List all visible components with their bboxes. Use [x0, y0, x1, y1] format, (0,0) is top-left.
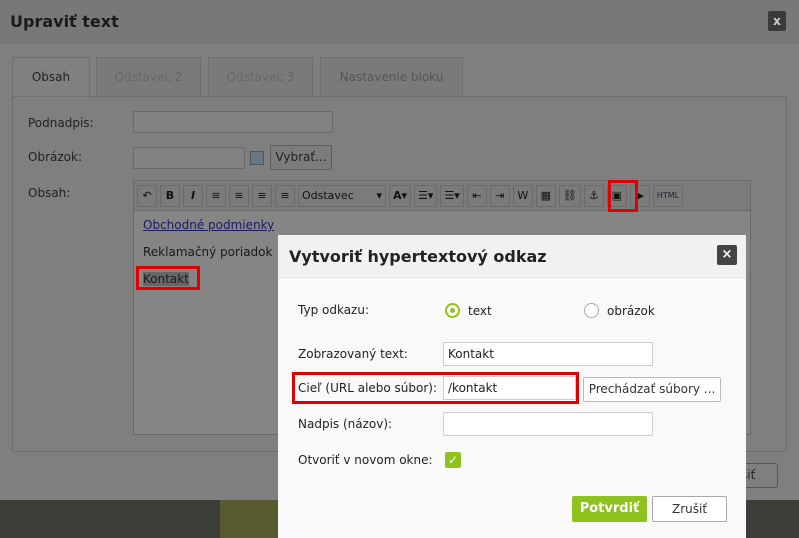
- undo-icon[interactable]: ↶: [137, 184, 157, 207]
- link-dialog: Vytvoriť hypertextový odkaz × Typ odkazu…: [278, 235, 746, 538]
- choose-image-button[interactable]: Vybrať...: [270, 145, 332, 170]
- align-right-icon[interactable]: ≡: [252, 184, 272, 207]
- selection-highlight: [136, 266, 200, 290]
- tab-odstavec-3[interactable]: Odstavec 3: [208, 57, 313, 97]
- link-button-highlight: [608, 180, 638, 212]
- display-text-input[interactable]: Kontakt: [443, 342, 653, 366]
- outdent-icon[interactable]: ⇤: [466, 184, 487, 207]
- image-label: Obrázok:: [28, 150, 82, 164]
- image-input[interactable]: [133, 147, 245, 169]
- tab-obsah[interactable]: Obsah: [12, 57, 90, 98]
- indent-icon[interactable]: ⇥: [489, 184, 510, 207]
- dialog-header: Upraviť text x: [0, 0, 799, 44]
- editor-line: Reklamačný poriadok: [143, 245, 273, 259]
- close-button[interactable]: x: [768, 11, 786, 31]
- align-center-icon[interactable]: ≡: [229, 184, 249, 207]
- title-label: Nadpis (názov):: [298, 417, 393, 431]
- tab-odstavec-2[interactable]: Odstavec 2: [96, 57, 201, 97]
- bullet-list-icon[interactable]: ☰▾: [414, 184, 438, 207]
- content-label: Obsah:: [28, 186, 71, 200]
- bold-icon[interactable]: B: [160, 184, 180, 207]
- browse-files-button[interactable]: Prechádzať súbory ...: [583, 377, 721, 402]
- radio-text-label: text: [468, 304, 492, 318]
- justify-icon[interactable]: ≡: [275, 184, 295, 207]
- align-left-icon[interactable]: ≡: [206, 184, 226, 207]
- text-color-icon[interactable]: A ▾: [389, 184, 412, 207]
- cancel-button[interactable]: Zrušiť: [652, 496, 727, 522]
- dialog-title: Upraviť text: [10, 12, 119, 31]
- tab-nastavenie-bloku[interactable]: Nastavenie bloku: [320, 57, 463, 97]
- editor-link[interactable]: Obchodné podmienky: [143, 218, 274, 232]
- link-icon[interactable]: ⛓: [558, 184, 581, 207]
- subtitle-label: Podnadpis:: [28, 116, 94, 130]
- table-edit-icon[interactable]: ▦: [535, 184, 556, 207]
- image-picker-icon[interactable]: [250, 151, 264, 165]
- link-dialog-header: Vytvoriť hypertextový odkaz ×: [278, 235, 746, 278]
- background-image: [220, 500, 280, 538]
- subtitle-input[interactable]: [133, 111, 333, 133]
- link-dialog-title: Vytvoriť hypertextový odkaz: [289, 247, 547, 266]
- display-text-label: Zobrazovaný text:: [298, 347, 408, 361]
- paste-word-icon[interactable]: W: [512, 184, 533, 207]
- title-input[interactable]: [443, 412, 653, 436]
- chevron-down-icon: ▾: [376, 189, 382, 202]
- radio-image[interactable]: [584, 303, 599, 318]
- confirm-button[interactable]: Potvrdiť: [572, 496, 647, 522]
- html-source-icon[interactable]: HTML: [652, 184, 684, 207]
- link-type-label: Typ odkazu:: [298, 303, 369, 317]
- radio-text[interactable]: [445, 303, 460, 318]
- radio-image-label: obrázok: [607, 304, 655, 318]
- anchor-icon[interactable]: ⚓: [583, 184, 604, 207]
- numbered-list-icon[interactable]: ☰▾: [440, 184, 464, 207]
- target-highlight: [292, 372, 579, 404]
- new-window-checkbox[interactable]: ✓: [445, 452, 461, 468]
- italic-icon[interactable]: I: [183, 184, 203, 207]
- format-select[interactable]: Odstavec ▾: [298, 184, 386, 207]
- editor-toolbar: ↶ B I ≡ ≡ ≡ ≡ Odstavec ▾ A ▾ ☰▾ ☰▾ ⇤ ⇥ W ▦…: [134, 181, 750, 211]
- close-button[interactable]: ×: [717, 245, 737, 265]
- new-window-label: Otvoriť v novom okne:: [298, 453, 433, 467]
